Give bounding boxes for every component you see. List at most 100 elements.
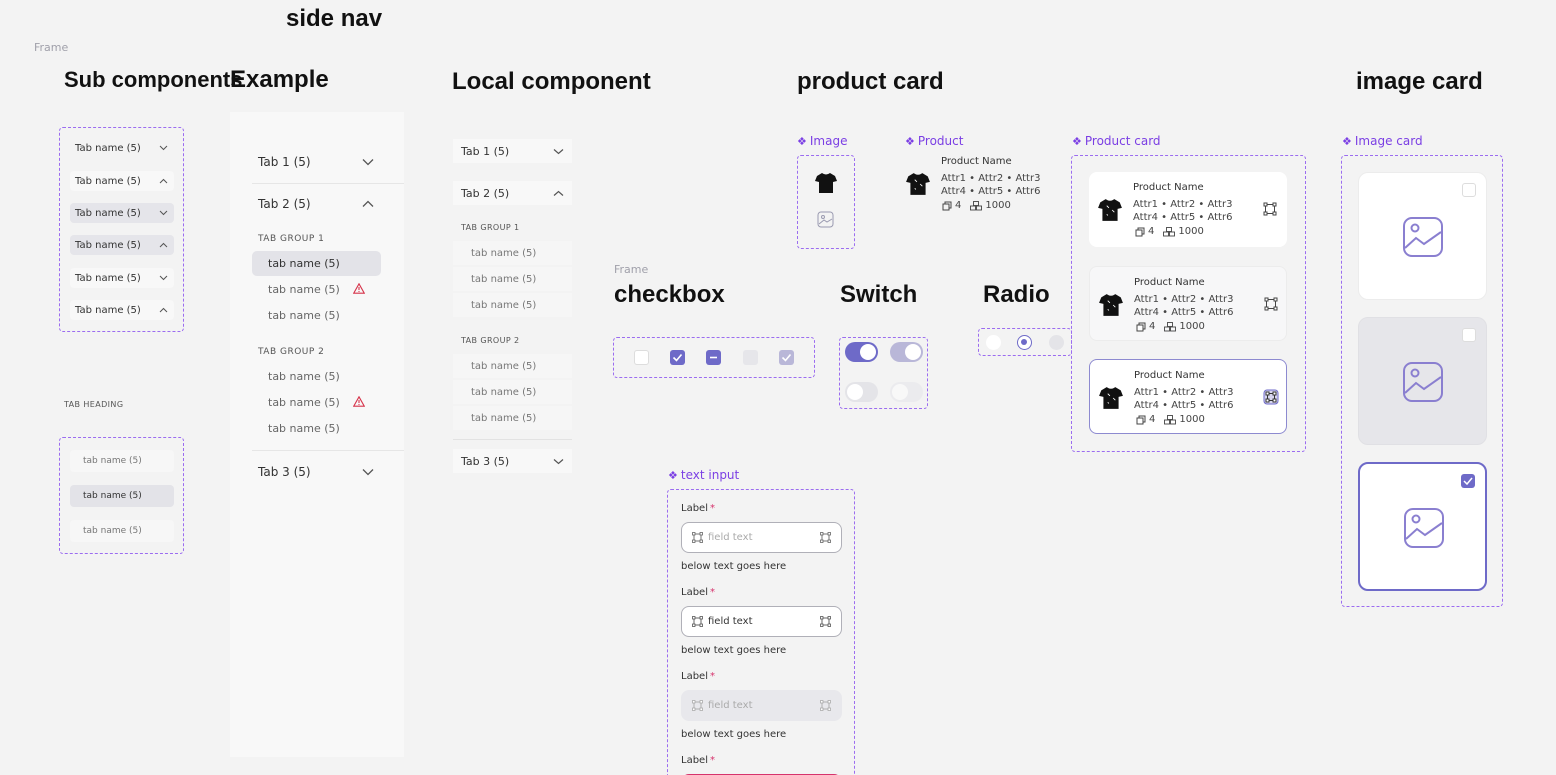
example-group-1-heading: TAB GROUP 1 [258, 234, 325, 244]
image-card[interactable] [1358, 317, 1487, 445]
checkbox-disabled[interactable] [743, 350, 758, 365]
local-tab-item[interactable]: tab name (5) [453, 380, 572, 404]
local-tab-item[interactable]: tab name (5) [453, 406, 572, 430]
example-tab-2[interactable]: Tab 2 (5) [258, 197, 374, 211]
sub-tab-item[interactable]: Tab name (5) [70, 138, 174, 158]
local-tab-item[interactable]: tab name (5) [453, 267, 572, 291]
image-card-checkbox[interactable] [1462, 328, 1476, 342]
copy-icon [942, 201, 952, 211]
sub-tab-name-item[interactable]: tab name (5) [70, 520, 174, 542]
boxes-icon [1164, 321, 1177, 332]
drag-select-icon[interactable] [1263, 389, 1279, 405]
example-tab-1[interactable]: Tab 1 (5) [258, 155, 374, 169]
local-tab-item[interactable]: tab name (5) [453, 241, 572, 265]
tshirt-icon [814, 171, 838, 195]
example-tab-item[interactable]: tab name (5) [252, 303, 381, 328]
sub-tab-label: Tab name (5) [75, 239, 141, 251]
example-tab-3[interactable]: Tab 3 (5) [258, 465, 374, 479]
example-tab-item[interactable]: tab name (5) [252, 251, 381, 276]
example-tab-item-label: tab name (5) [268, 257, 340, 270]
image-placeholder-icon [817, 211, 834, 228]
image-card-checkbox-checked[interactable] [1461, 474, 1475, 488]
helper-text: below text goes here [681, 729, 787, 740]
switch-off[interactable] [845, 382, 878, 402]
example-tab-item[interactable]: tab name (5) [252, 277, 381, 302]
product-card[interactable]: Product Name Attr1 • Attr2 • Attr3 Attr4 •… [1089, 172, 1287, 247]
example-tab-item-label: tab name (5) [268, 422, 340, 435]
local-tab-2[interactable]: Tab 2 (5) [453, 181, 572, 205]
text-input-component-label: ❖ text input [668, 468, 740, 482]
product-qty: 1000 [1179, 414, 1205, 425]
select-icon [692, 616, 703, 627]
boxes-icon [970, 200, 983, 211]
select-icon [820, 616, 831, 627]
product-qty: 1000 [1178, 226, 1204, 237]
product-attrs-line2: Attr4 • Attr5 • Attr6 [941, 186, 1041, 197]
sub-tab-item[interactable]: Tab name (5) [70, 171, 174, 191]
local-tab-item[interactable]: tab name (5) [453, 354, 572, 378]
product-qty: 1000 [985, 200, 1011, 211]
sub-tab-name-item[interactable]: tab name (5) [70, 485, 174, 507]
sub-tab-label: Tab name (5) [75, 272, 141, 284]
local-tab-3[interactable]: Tab 3 (5) [453, 449, 572, 473]
heading-image-card: image card [1356, 68, 1483, 95]
frame-label: Frame [614, 263, 649, 276]
product-attrs-line2: Attr4 • Attr5 • Attr6 [1134, 400, 1234, 411]
image-card-checkbox[interactable] [1462, 183, 1476, 197]
heading-checkbox: checkbox [614, 281, 725, 308]
checkbox-unchecked[interactable] [634, 350, 649, 365]
product-meta: 4 1000 [1136, 321, 1205, 332]
tshirt-icon [1098, 385, 1124, 411]
switch-on-disabled[interactable] [890, 342, 923, 362]
select-icon [692, 700, 703, 711]
drag-select-icon[interactable] [1264, 297, 1278, 311]
switch-on[interactable] [845, 342, 878, 362]
copy-icon [1136, 322, 1146, 332]
switch-off-disabled[interactable] [890, 382, 923, 402]
product-attrs-line1: Attr1 • Attr2 • Attr3 [1134, 294, 1234, 305]
product-qty: 1000 [1179, 321, 1205, 332]
helper-text: below text goes here [681, 561, 787, 572]
product-card-component-label: ❖ Product card [1072, 134, 1161, 148]
drag-select-icon[interactable] [1263, 202, 1277, 216]
example-tab-item[interactable]: tab name (5) [252, 364, 381, 389]
local-tab-item[interactable]: tab name (5) [453, 293, 572, 317]
product-card[interactable]: Product Name Attr1 • Attr2 • Attr3 Attr4 •… [1089, 266, 1287, 341]
field-value: field text [708, 532, 753, 543]
image-card[interactable] [1358, 172, 1487, 300]
product-meta: 4 1000 [942, 200, 1011, 211]
tshirt-icon [1098, 292, 1124, 318]
sub-tab-name-item[interactable]: tab name (5) [70, 450, 174, 472]
divider [453, 439, 572, 440]
local-group-2-heading: TAB GROUP 2 [461, 336, 520, 345]
example-tab-item[interactable]: tab name (5) [252, 390, 381, 415]
radio-disabled[interactable] [1049, 335, 1064, 350]
chevron-down-icon [362, 468, 374, 476]
radio-selected[interactable] [1017, 335, 1032, 350]
text-field[interactable]: field text [681, 606, 842, 637]
sub-tab-label: Tab name (5) [75, 304, 141, 316]
checkbox-disabled-checked[interactable] [779, 350, 794, 365]
chevron-up-icon [159, 307, 168, 313]
image-placeholder-icon [1402, 361, 1444, 403]
product-card[interactable]: Product Name Attr1 • Attr2 • Attr3 Attr4 •… [1089, 359, 1287, 434]
example-tab-item[interactable]: tab name (5) [252, 416, 381, 441]
image-placeholder-icon [1402, 216, 1444, 258]
checkbox-checked[interactable] [670, 350, 685, 365]
chevron-up-icon [362, 200, 374, 208]
radio-unselected[interactable] [986, 335, 1001, 350]
tab-heading: TAB HEADING [64, 400, 124, 409]
select-icon [820, 700, 831, 711]
text-field[interactable]: field text [681, 522, 842, 553]
local-tab-1[interactable]: Tab 1 (5) [453, 139, 572, 163]
sub-tab-item[interactable]: Tab name (5) [70, 268, 174, 288]
image-component-label: ❖ Image [797, 134, 848, 148]
copy-icon [1135, 227, 1145, 237]
product-attrs-line2: Attr4 • Attr5 • Attr6 [1133, 212, 1233, 223]
checkbox-indeterminate[interactable] [706, 350, 721, 365]
sub-tab-item[interactable]: Tab name (5) [70, 203, 174, 223]
sub-tab-item[interactable]: Tab name (5) [70, 235, 174, 255]
text-field[interactable]: field text [681, 690, 842, 721]
sub-tab-item[interactable]: Tab name (5) [70, 300, 174, 320]
image-card[interactable] [1358, 462, 1487, 591]
